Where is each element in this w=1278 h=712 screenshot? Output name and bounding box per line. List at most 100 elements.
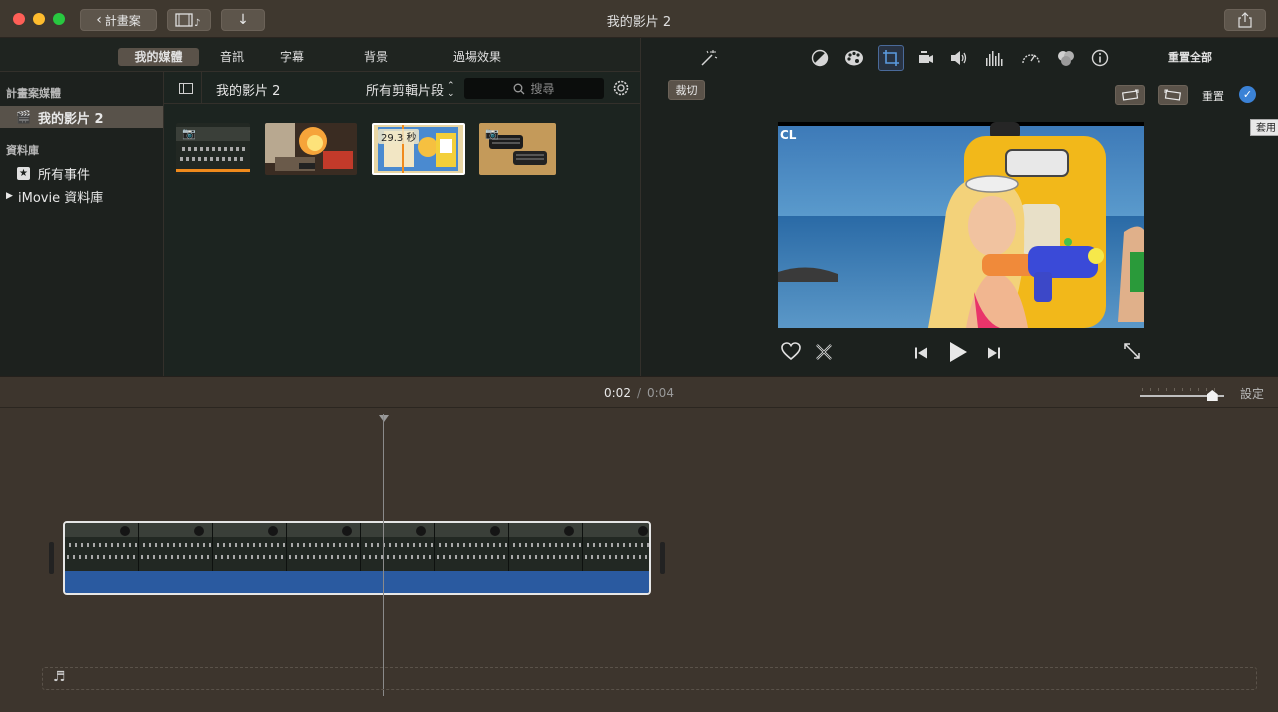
clip-filmstrip [65,523,649,571]
clip-filter-button[interactable] [1055,47,1077,69]
media-browser: 我的影片 2 所有剪輯片段 ⌃ ⌄ 搜尋 📷 29.3 秒 📷 [164,72,640,376]
camera-icon: 📷 [485,127,499,140]
preview-frame-image [778,122,1144,328]
palette-icon [845,50,863,66]
heart-icon [781,342,801,361]
stabilization-button[interactable] [915,47,937,69]
rotate-left-button[interactable] [1115,85,1145,105]
timeline-header: 0:02 / 0:04 設定 [0,376,1278,408]
star-icon: ★ [17,166,30,180]
timeline-zoom-slider[interactable] [1140,387,1228,401]
playhead-line[interactable] [383,414,384,696]
apply-tooltip: 套用 [1250,119,1278,136]
sidebar-icon [178,82,193,94]
clip-thumbnail-keyboard-photo[interactable]: 📷 [176,123,250,175]
total-time: 0:04 [647,386,674,400]
clip-thumbnail-keyboards-photo[interactable]: 📷 [479,123,556,175]
share-icon [1238,12,1252,28]
sidebar-item-imovie-library[interactable]: ▶ iMovie 資料庫 [0,185,163,207]
tab-backgrounds[interactable]: 背景 [354,48,398,66]
info-icon [1091,49,1109,67]
music-note-icon: ♬ [53,669,66,685]
search-field[interactable]: 搜尋 [464,78,604,99]
project-media-header: 計畫案媒體 [6,87,61,100]
checkmark-icon: ✓ [1242,88,1253,101]
clip-audio-waveform [65,571,649,593]
clapperboard-icon: 🎬 [16,110,31,124]
background-music-well[interactable]: ♬ [42,667,1257,690]
time-separator: / [636,386,641,400]
sidebar-item-all-events[interactable]: ★ 所有事件 [0,162,163,184]
tab-audio[interactable]: 音訊 [210,48,254,66]
libraries-sidebar: 計畫案媒體 🎬 我的影片 2 資料庫 ★ 所有事件 ▶ iMovie 資料庫 [0,72,164,376]
libraries-header: 資料庫 [6,144,39,157]
toggle-sidebar-button[interactable] [170,72,202,104]
apply-crop-button[interactable]: ✓ [1239,86,1256,103]
settings-gear-button[interactable] [611,78,631,98]
skip-forward-icon [988,347,1000,359]
clip-duration-badge: 29.3 秒 [378,129,420,144]
tab-my-media[interactable]: 我的媒體 [118,48,199,66]
speedometer-icon [1022,54,1040,64]
play-button[interactable] [948,341,968,367]
skip-back-icon [915,347,927,359]
clip-thumbnail-poster-video-selected[interactable]: 29.3 秒 [372,123,465,175]
enhance-button[interactable] [697,47,719,69]
tab-transitions[interactable]: 過場效果 [446,48,508,66]
color-balance-icon [811,49,829,67]
sidebar-item-project-label: 我的影片 2 [38,111,104,127]
gear-icon [613,80,629,96]
sidebar-item-imovie-library-label: iMovie 資料庫 [18,190,104,206]
preview-overlay-text: CL [780,128,797,142]
skip-back-button[interactable] [914,345,928,364]
clip-trim-handle-left[interactable] [49,542,54,574]
clip-trim-handle-right[interactable] [660,542,665,574]
volume-button[interactable] [948,47,970,69]
reject-x-icon [816,344,832,360]
clip-info-button[interactable] [1089,47,1111,69]
sidebar-item-project[interactable]: 🎬 我的影片 2 [0,106,163,128]
timeline-settings-button[interactable]: 設定 [1240,385,1264,402]
camera-icon: 📷 [182,127,196,140]
crop-mode-button[interactable]: 裁切 [668,80,705,100]
fire-scene-image [265,123,357,175]
sidebar-item-all-events-label: 所有事件 [38,167,91,183]
color-correction-button[interactable] [843,47,865,69]
viewer-panel: 重置全部 裁切 重置 ✓ 套用 CL [640,38,1278,376]
rotate-left-icon [1121,89,1139,101]
equalizer-icon [986,51,1003,66]
share-button[interactable] [1224,9,1266,31]
video-preview: CL [778,122,1144,328]
magic-wand-icon [701,50,718,66]
skip-forward-button[interactable] [987,345,1001,364]
title-bar: ‹ 計畫案 ♪ ↓ 我的影片 2 [0,0,1278,38]
tab-titles[interactable]: 字幕 [270,48,314,66]
reset-all-button[interactable]: 重置全部 [1168,49,1212,65]
timeline-area: ♬ [0,408,1278,712]
browser-title: 我的影片 2 [216,84,281,99]
disclosure-triangle-icon: ▶ [6,191,13,201]
current-time: 0:02 [604,386,631,400]
fullscreen-button[interactable] [1123,342,1141,364]
clip-thumbnail-fire-video[interactable] [265,123,357,175]
video-camera-icon [919,51,933,63]
equalizer-button[interactable] [983,47,1005,69]
play-icon [950,342,967,362]
crop-icon [883,50,899,66]
playhead-triangle-icon [379,415,389,422]
favorite-button[interactable] [780,341,802,365]
search-icon [514,83,525,94]
clip-filter-select[interactable]: 所有剪輯片段 ⌃ ⌄ [366,80,455,99]
speed-button[interactable] [1020,47,1042,69]
window-title: 我的影片 2 [606,15,672,30]
rotate-right-button[interactable] [1158,85,1188,105]
speaker-icon [951,51,967,65]
timeline-video-clip[interactable] [63,521,651,595]
reset-button[interactable]: 重置 [1202,88,1224,104]
reject-button[interactable] [814,342,834,366]
color-balance-button[interactable] [809,47,831,69]
crop-button[interactable] [878,45,904,71]
clip-filter-label: 所有剪輯片段 [366,84,445,99]
playhead-handle[interactable] [379,408,389,422]
browser-tabs-bar: 我的媒體 音訊 字幕 背景 過場效果 [0,38,640,72]
